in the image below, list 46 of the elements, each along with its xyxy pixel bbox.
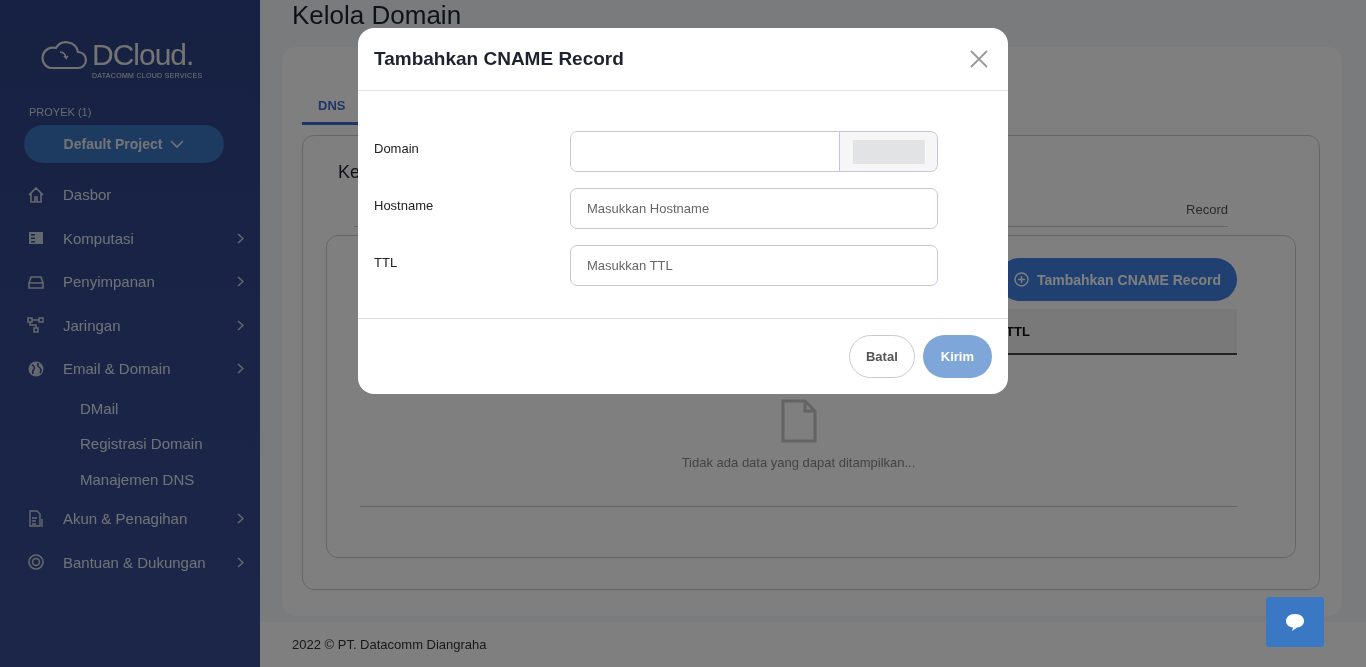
input-field[interactable]: Masukkan Hostname: [570, 188, 938, 229]
chevron-right-icon: [237, 513, 244, 525]
nav-item[interactable]: Dasbor: [0, 173, 260, 217]
chat-button[interactable]: [1266, 597, 1324, 647]
record-tab[interactable]: Record: [1186, 202, 1228, 218]
network-icon: [27, 316, 45, 335]
chat-bubble-icon: [1284, 612, 1306, 632]
home-icon: [27, 185, 45, 204]
column-header: TTL: [1006, 323, 1030, 339]
chevron-right-icon: [237, 556, 244, 568]
section-heading: Ke: [338, 161, 362, 184]
nav-item[interactable]: Bantuan & Dukungan: [0, 540, 260, 584]
project-selector[interactable]: Default Project: [24, 125, 224, 163]
chevron-down-icon: [170, 139, 185, 149]
modal-title: Tambahkan CNAME Record: [374, 48, 624, 70]
field-label: Domain: [374, 140, 420, 156]
close-button[interactable]: [970, 50, 988, 68]
document-icon: [780, 399, 817, 443]
chevron-right-icon: [237, 319, 244, 331]
chevron-right-icon: [237, 276, 244, 288]
logo-name: DCloud.: [92, 40, 195, 70]
nav-subitem[interactable]: Manajemen DNS: [0, 461, 260, 497]
cancel-button[interactable]: Batal: [848, 335, 915, 378]
close-icon: [970, 50, 988, 68]
empty-message: Tidak ada data yang dapat ditampilkan...: [681, 455, 916, 470]
footer-text: 2022 © PT. Datacomm Diangraha: [260, 622, 1366, 667]
field-label: Hostname: [374, 197, 435, 213]
nav-item[interactable]: Penyimpanan: [0, 260, 260, 304]
cloud-logo-icon: [40, 40, 88, 70]
project-label: PROYEK (1): [29, 106, 93, 118]
invoice-icon: [27, 509, 45, 528]
nav-subitem[interactable]: DMail: [0, 390, 260, 426]
domain-field[interactable]: [570, 131, 840, 172]
page-title: Kelola Domain: [292, 0, 463, 30]
nav-subitem[interactable]: Registrasi Domain: [0, 426, 260, 462]
field-label: TTL: [374, 254, 399, 270]
globe-icon: [27, 359, 45, 378]
chevron-right-icon: [237, 363, 244, 375]
nav-item[interactable]: Email & Domain: [0, 347, 260, 391]
plus-circle-icon: [1013, 272, 1029, 287]
chevron-right-icon: [237, 232, 244, 244]
nav-item[interactable]: Komputasi: [0, 216, 260, 260]
nav-item[interactable]: Jaringan: [0, 303, 260, 347]
input-field[interactable]: Masukkan TTL: [570, 245, 938, 286]
nav-item[interactable]: Akun & Penagihan: [0, 497, 260, 541]
lifebuoy-icon: [27, 553, 45, 572]
